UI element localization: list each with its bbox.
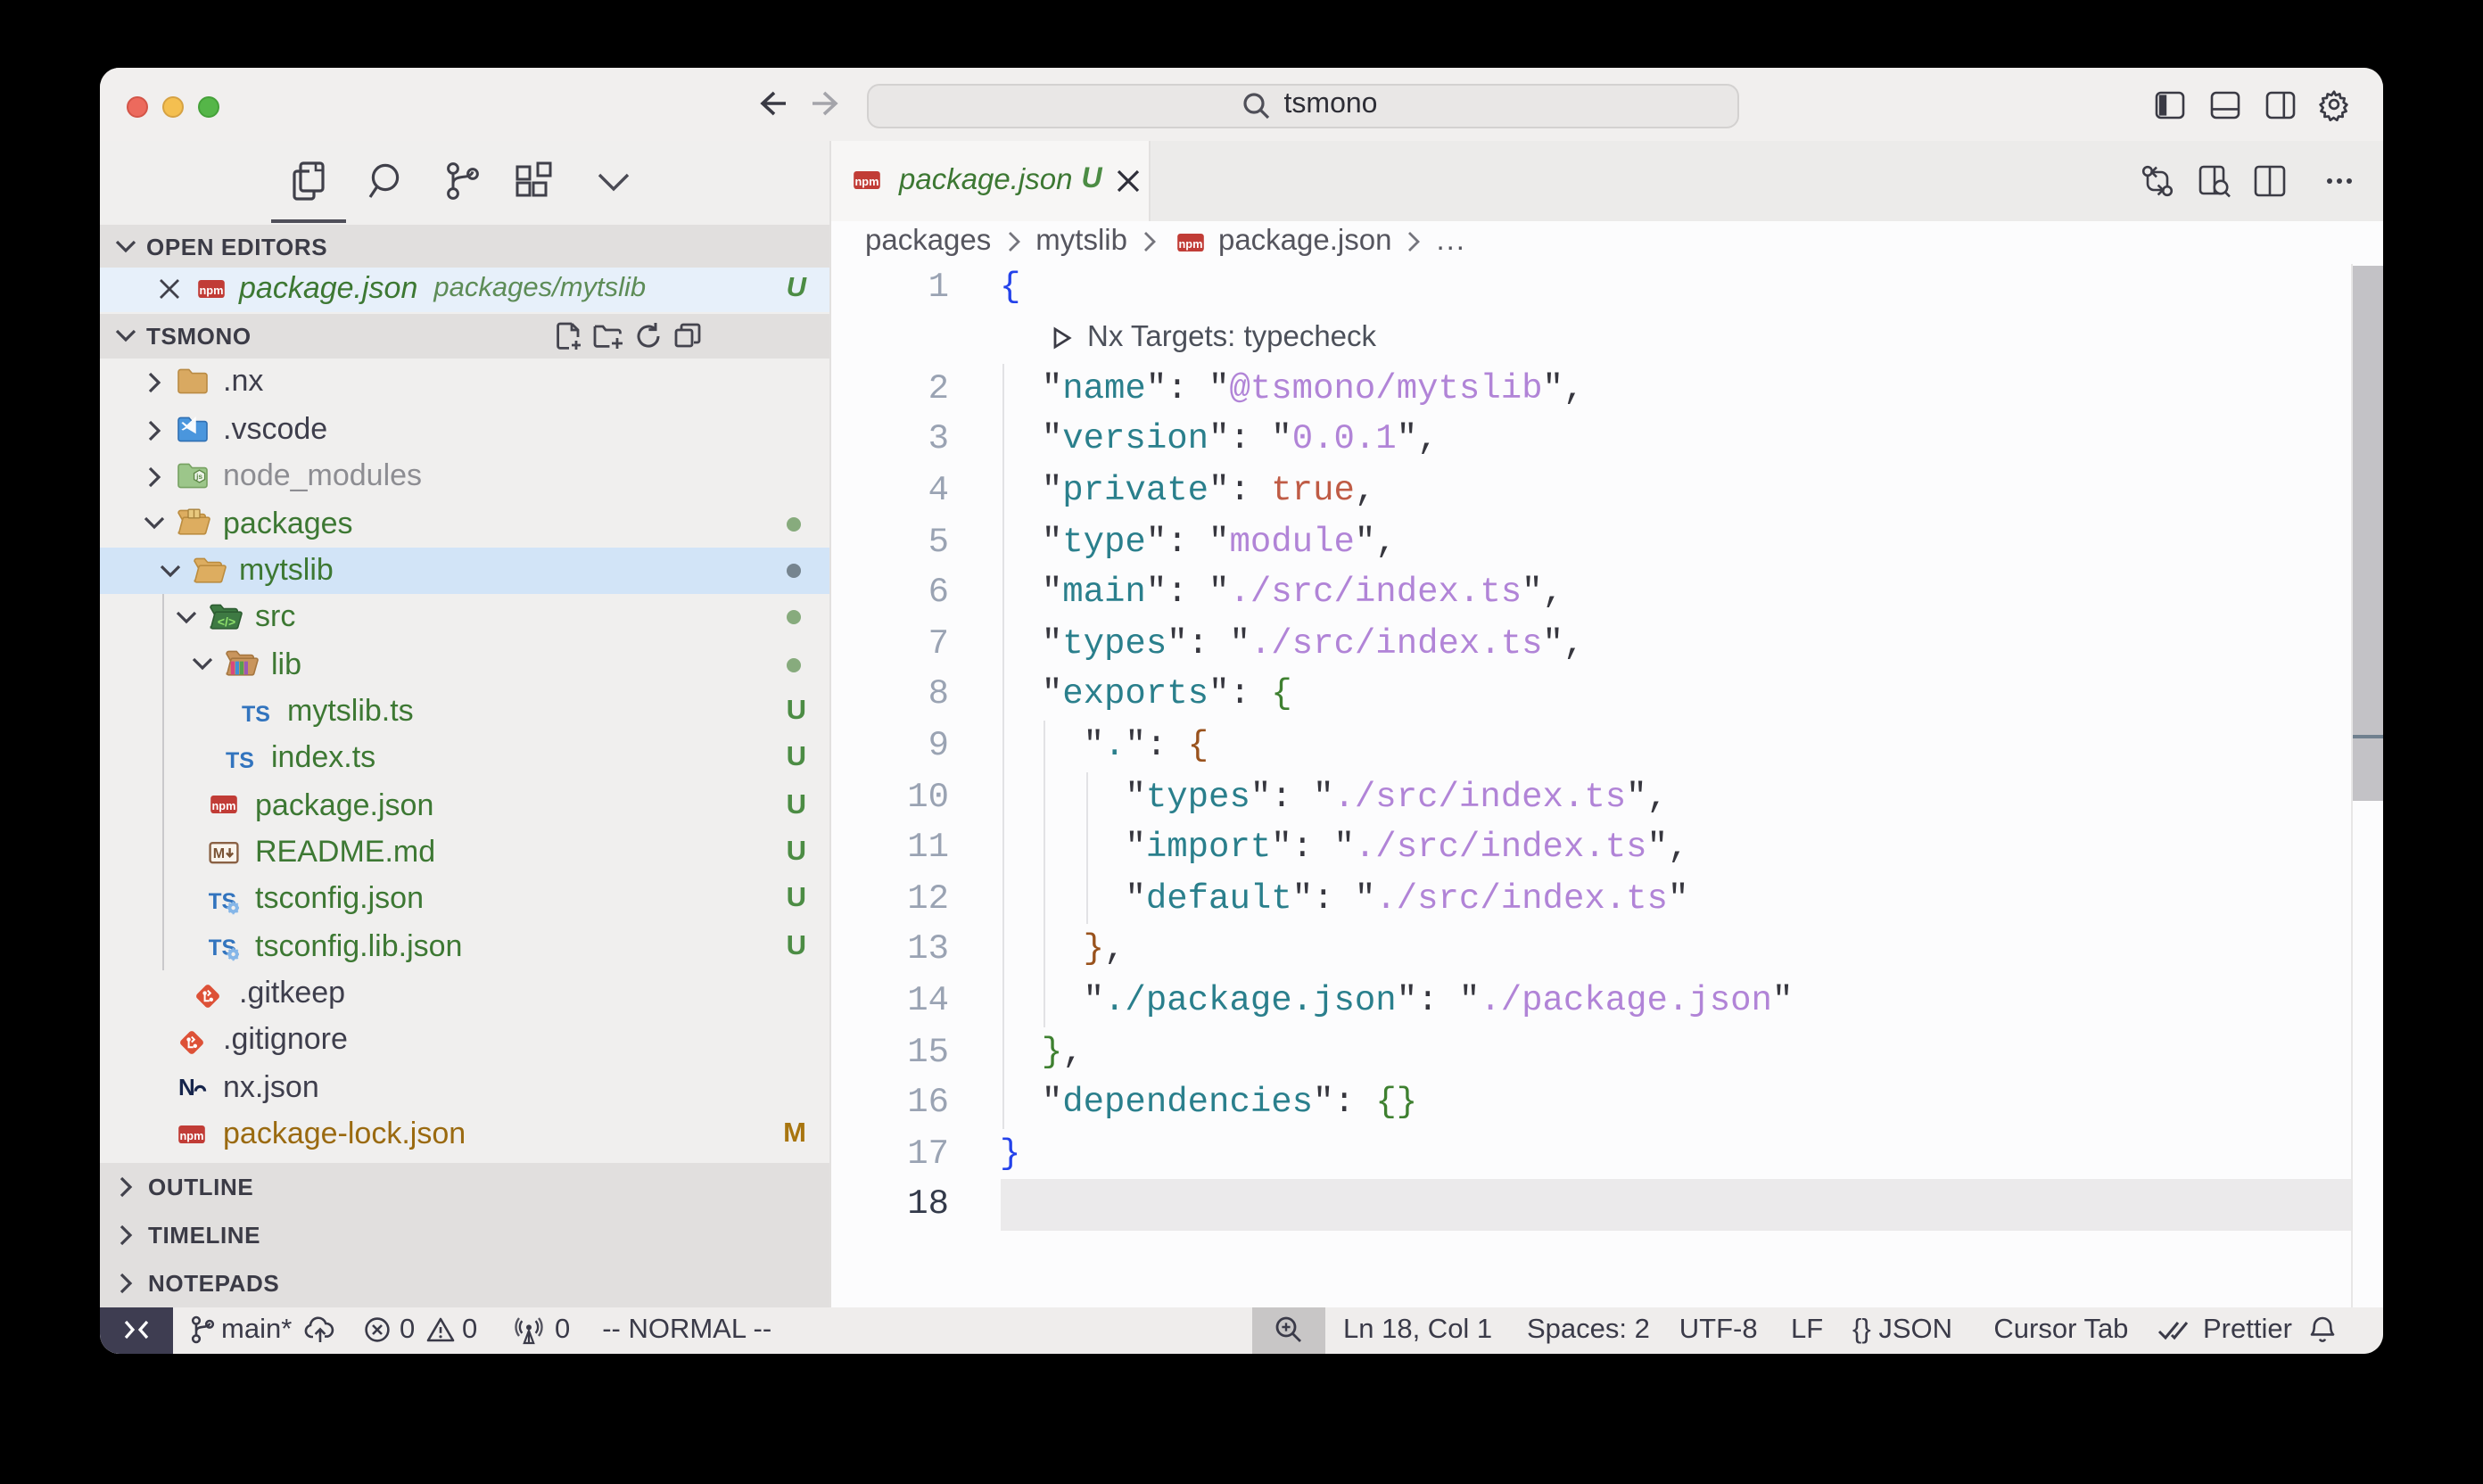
svg-text:npm: npm [178,1128,202,1142]
svg-text:M: M [212,846,224,862]
svg-text:npm: npm [210,800,235,813]
svg-text:TS: TS [241,702,269,727]
svg-text:</>: </> [217,614,235,629]
svg-text:N: N [177,1075,194,1100]
svg-text:js: js [194,472,202,481]
svg-text:npm: npm [854,175,879,188]
svg-text:npm: npm [1178,236,1202,250]
svg-text:TS: TS [225,748,253,773]
svg-text:npm: npm [199,284,223,298]
